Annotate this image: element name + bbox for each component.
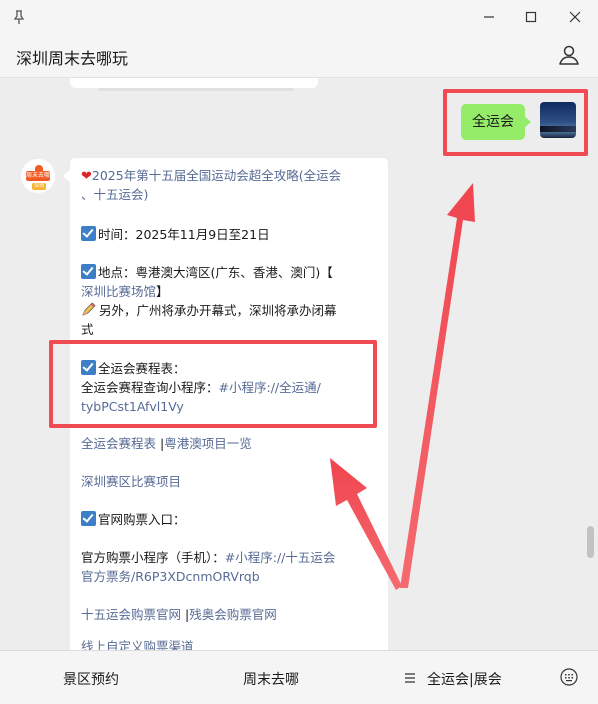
scrollbar[interactable] xyxy=(587,526,594,558)
bottom-menu: 景区预约 周末去哪 全运会|展会 xyxy=(0,650,598,704)
menu-item-weekend[interactable]: 周末去哪 xyxy=(243,669,299,689)
arrow-up-right xyxy=(400,183,475,588)
menu-item-scenic-booking[interactable]: 景区预约 xyxy=(63,669,119,689)
annotation-arrows xyxy=(330,183,475,590)
keyboard-icon[interactable] xyxy=(560,668,578,686)
arrow-up-left xyxy=(330,458,402,590)
menu-item-games-expo[interactable]: 全运会|展会 xyxy=(427,669,502,689)
menu-lines-icon xyxy=(405,673,415,683)
